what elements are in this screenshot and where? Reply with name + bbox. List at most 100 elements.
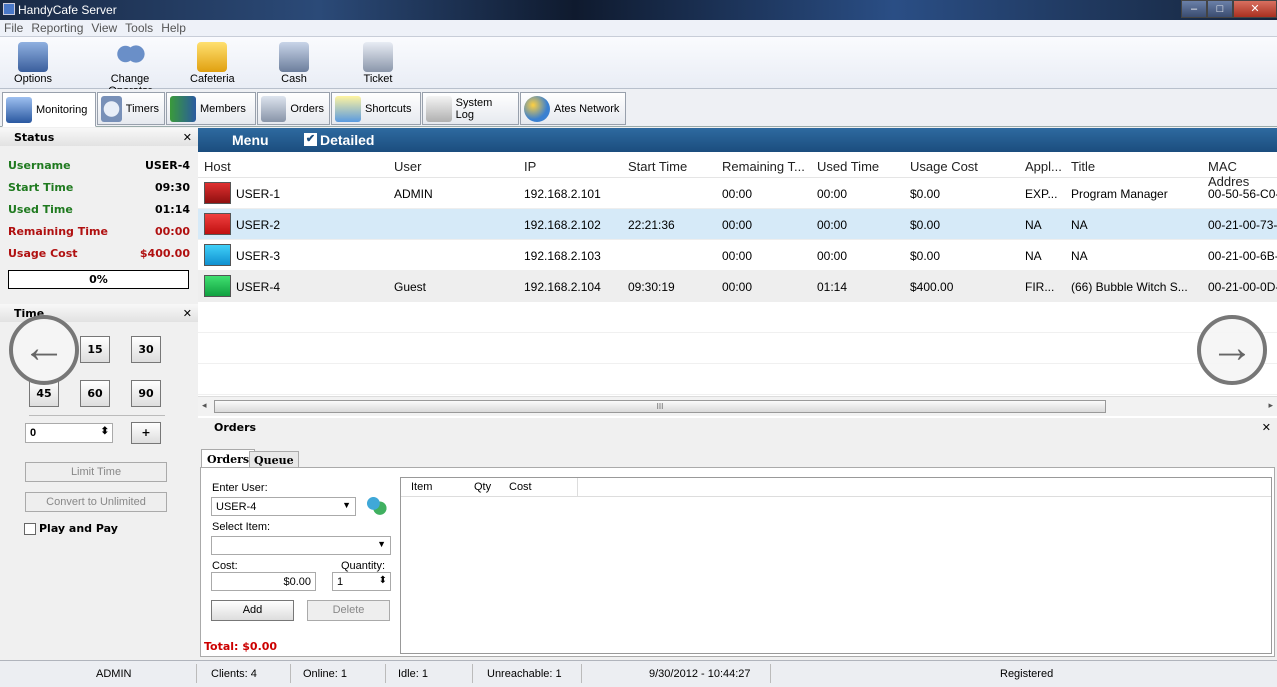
scroll-left-icon[interactable]: ◂ (202, 400, 207, 411)
statusbar-clients: Clients: 4 (211, 668, 257, 680)
menu-help[interactable]: Help (157, 20, 190, 36)
scroll-thumb[interactable]: III (214, 400, 1106, 413)
cell-ip: 192.168.2.103 (524, 249, 601, 263)
convert-unlimited-button[interactable]: Convert to Unlimited (25, 492, 167, 512)
maximize-icon[interactable]: □ (1207, 0, 1233, 18)
ticket-button[interactable]: Ticket (358, 39, 398, 87)
statusbar-online: Online: 1 (303, 668, 348, 680)
spinner-icon[interactable]: ⬍ (379, 575, 387, 586)
table-row[interactable]: USER-3 192.168.2.103 00:00 00:00 $0.00 N… (198, 240, 1277, 271)
close-status-icon[interactable]: ✕ (183, 131, 192, 144)
col-used-time[interactable]: Used Time (817, 159, 879, 174)
chevron-down-icon: ▼ (342, 500, 351, 510)
limit-time-button[interactable]: Limit Time (25, 462, 167, 482)
tab-monitoring-label: Monitoring (36, 103, 88, 116)
col-host[interactable]: Host (204, 159, 231, 174)
order-items-header: Item Qty Cost (401, 478, 578, 497)
menu-reporting[interactable]: Reporting (27, 20, 87, 36)
time-15-button[interactable]: 15 (80, 336, 110, 363)
tab-ates-network[interactable]: Ates Network (520, 92, 626, 125)
delete-order-button[interactable]: Delete (307, 600, 390, 621)
table-row[interactable]: USER-1 ADMIN 192.168.2.101 00:00 00:00 $… (198, 178, 1277, 209)
play-and-pay-label: Play and Pay (39, 522, 118, 535)
cost-input[interactable]: $0.00 (211, 572, 316, 591)
add-order-button[interactable]: Add (211, 600, 294, 621)
col-user[interactable]: User (394, 159, 421, 174)
tab-orders-sub[interactable]: Orders (201, 449, 256, 468)
cell-app: FIR... (1025, 280, 1055, 294)
username-value: USER-4 (144, 158, 190, 172)
col-usage-cost[interactable]: Usage Cost (910, 159, 978, 174)
add-time-button[interactable]: + (131, 422, 161, 444)
cash-button[interactable]: Cash (274, 39, 314, 87)
tab-queue[interactable]: Queue (249, 451, 299, 468)
col-qty[interactable]: Qty (474, 481, 491, 493)
col-cost[interactable]: Cost (509, 481, 532, 493)
menu-button[interactable]: Menu (232, 132, 269, 148)
ticket-label: Ticket (363, 73, 393, 85)
close-icon[interactable]: ✕ (1233, 0, 1277, 18)
window-controls: – □ ✕ (1181, 0, 1277, 20)
tab-orders[interactable]: Orders (257, 92, 330, 125)
menu-view[interactable]: View (87, 20, 121, 36)
quantity-value: 1 (337, 576, 344, 588)
used-time-label: Used Time (8, 202, 73, 216)
spinner-icon[interactable]: ⬍ (101, 426, 109, 437)
tab-members[interactable]: Members (166, 92, 256, 125)
col-title[interactable]: Title (1071, 159, 1095, 174)
col-remaining-time[interactable]: Remaining T... (722, 159, 805, 174)
enter-user-label: Enter User: (212, 482, 268, 494)
quantity-label: Quantity: (341, 560, 386, 572)
tab-system-log[interactable]: System Log (422, 92, 519, 125)
menu-bar: File Reporting View Tools Help (0, 20, 1277, 37)
client-status-icon (204, 275, 231, 297)
horizontal-scrollbar[interactable]: ◂ III ▸ (198, 396, 1277, 416)
minimize-icon[interactable]: – (1181, 0, 1207, 18)
statusbar-idle: Idle: 1 (398, 668, 428, 680)
menu-file[interactable]: File (0, 20, 27, 36)
separator (581, 664, 582, 683)
cell-start-time: 22:21:36 (628, 218, 675, 232)
table-row[interactable]: USER-4 Guest 192.168.2.104 09:30:19 00:0… (198, 271, 1277, 302)
select-item-label: Select Item: (212, 521, 271, 533)
time-90-button[interactable]: 90 (131, 380, 161, 407)
previous-arrow-icon[interactable]: ← (9, 315, 79, 385)
separator (290, 664, 291, 683)
tab-shortcuts-label: Shortcuts (365, 102, 412, 115)
col-ip[interactable]: IP (524, 159, 536, 174)
tab-shortcuts[interactable]: Shortcuts (331, 92, 421, 125)
cafeteria-button[interactable]: Cafeteria (190, 39, 235, 87)
user-lookup-icon[interactable] (363, 495, 389, 519)
status-bar: ADMIN Clients: 4 Online: 1 Idle: 1 Unrea… (0, 660, 1277, 687)
col-application[interactable]: Appl... (1025, 159, 1062, 174)
col-start-time[interactable]: Start Time (628, 159, 687, 174)
close-orders-icon[interactable]: ✕ (1262, 421, 1271, 434)
close-time-icon[interactable]: ✕ (183, 307, 192, 320)
statusbar-operator: ADMIN (96, 668, 132, 680)
change-operator-button[interactable]: Change Operator (88, 39, 172, 97)
col-item[interactable]: Item (411, 481, 432, 493)
quantity-stepper[interactable]: 1 ⬍ (332, 572, 391, 591)
table-row[interactable]: USER-2 192.168.2.102 22:21:36 00:00 00:0… (198, 209, 1277, 240)
detailed-label: Detailed (320, 132, 375, 148)
menu-tools[interactable]: Tools (121, 20, 157, 36)
next-arrow-icon[interactable]: → (1197, 315, 1267, 385)
clients-header: Menu ✔ Detailed (198, 128, 1277, 152)
enter-user-select[interactable]: USER-4 ▼ (211, 497, 356, 516)
status-row-remaining-time: Remaining Time 00:00 (0, 220, 198, 242)
play-and-pay-checkbox[interactable]: Play and Pay (24, 522, 118, 535)
time-value-input[interactable]: 0 ⬍ (25, 423, 113, 443)
cell-used: 01:14 (817, 280, 848, 294)
scroll-right-icon[interactable]: ▸ (1268, 400, 1273, 411)
options-button[interactable]: Options (14, 39, 52, 87)
time-30-button[interactable]: 30 (131, 336, 161, 363)
cell-mac: 00-21-00-0D-... (1208, 280, 1277, 294)
time-60-button[interactable]: 60 (80, 380, 110, 407)
tab-timers[interactable]: Timers (97, 92, 165, 125)
detailed-checkbox[interactable]: ✔ (304, 133, 317, 146)
select-item-dropdown[interactable]: ▼ (211, 536, 391, 555)
tab-monitoring[interactable]: Monitoring (2, 92, 96, 127)
window-title: HandyCafe Server (18, 3, 117, 17)
cell-app: NA (1025, 218, 1042, 232)
cell-title: NA (1071, 249, 1088, 263)
